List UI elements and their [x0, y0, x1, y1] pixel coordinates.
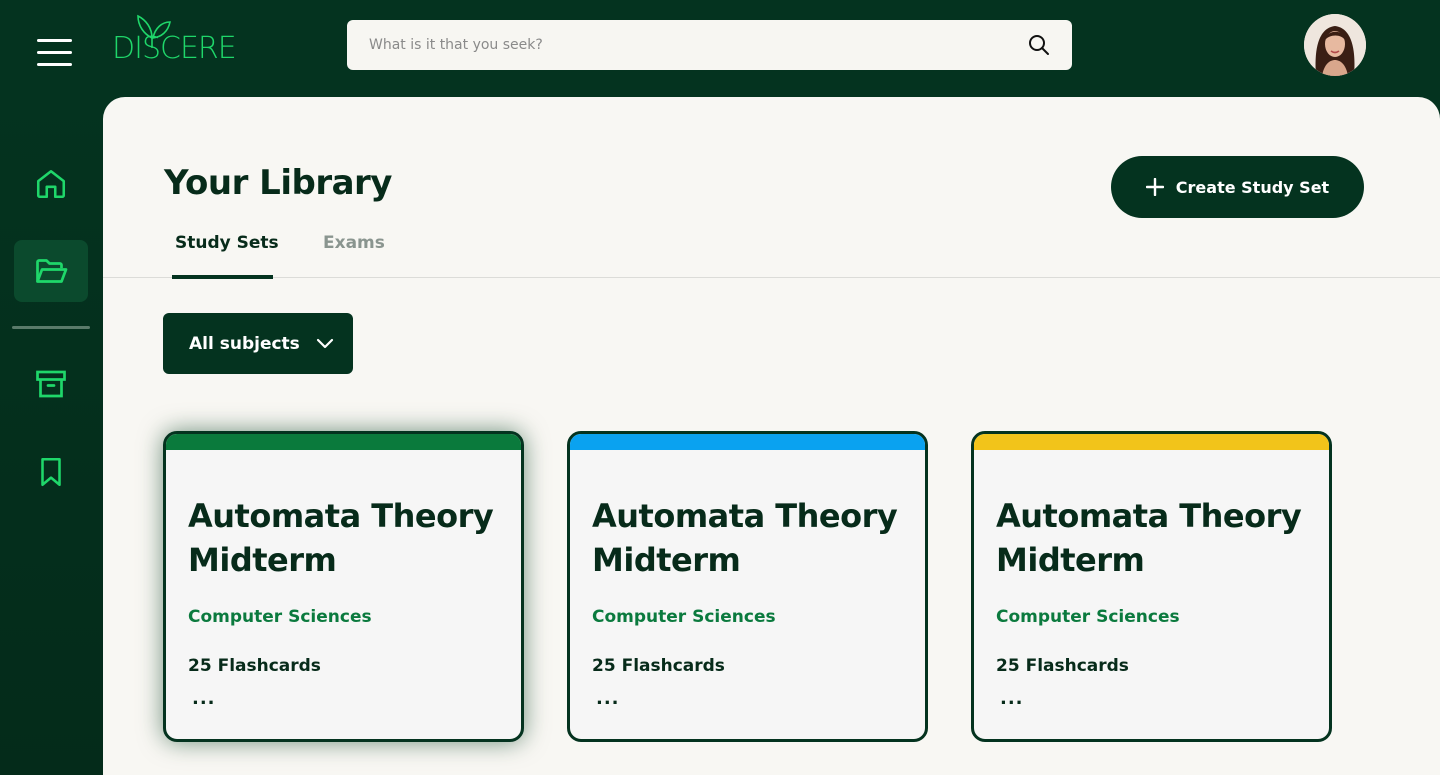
card-title: Automata Theory Midterm [996, 497, 1302, 579]
subject-filter-label: All subjects [189, 333, 300, 354]
library-panel: Your Library Create Study Set Study Sets… [103, 97, 1440, 775]
card-color-strip [570, 434, 925, 450]
card-color-strip [166, 434, 521, 450]
create-study-set-button[interactable]: Create Study Set [1111, 156, 1364, 218]
sidebar-item-bookmarks[interactable] [14, 441, 88, 503]
archive-icon [36, 370, 66, 398]
card-title: Automata Theory Midterm [592, 497, 898, 579]
more-options-icon[interactable]: ... [192, 688, 216, 709]
card-flashcard-count: 25 Flashcards [996, 656, 1129, 676]
tab-exams[interactable]: Exams [323, 233, 385, 278]
more-options-icon[interactable]: ... [596, 688, 620, 709]
sidebar-divider [12, 326, 90, 329]
home-icon [36, 169, 66, 199]
subject-filter-dropdown[interactable]: All subjects [163, 313, 353, 374]
bookmark-icon [41, 457, 61, 487]
sidebar [0, 97, 103, 775]
card-subject: Computer Sciences [996, 607, 1180, 627]
avatar[interactable] [1304, 14, 1366, 76]
tab-study-sets[interactable]: Study Sets [175, 233, 279, 278]
study-set-card[interactable]: Automata Theory Midterm Computer Science… [567, 431, 928, 742]
tabs-divider [103, 277, 1440, 278]
top-bar: DISCERE [0, 0, 1440, 97]
create-study-set-label: Create Study Set [1175, 177, 1330, 197]
card-flashcard-count: 25 Flashcards [188, 656, 321, 676]
card-flashcard-count: 25 Flashcards [592, 656, 725, 676]
card-color-strip [974, 434, 1329, 450]
search-bar [347, 20, 1072, 70]
logo-text: DISCERE [112, 31, 237, 66]
sidebar-item-home[interactable] [14, 153, 88, 215]
more-options-icon[interactable]: ... [1000, 688, 1024, 709]
chevron-down-icon [316, 338, 333, 348]
study-set-card[interactable]: Automata Theory Midterm Computer Science… [163, 431, 524, 742]
sidebar-item-archive[interactable] [14, 353, 88, 415]
study-set-card[interactable]: Automata Theory Midterm Computer Science… [971, 431, 1332, 742]
page-title: Your Library [164, 163, 392, 203]
card-subject: Computer Sciences [188, 607, 372, 627]
sidebar-item-library[interactable] [14, 240, 88, 302]
card-subject: Computer Sciences [592, 607, 776, 627]
logo[interactable]: DISCERE [112, 14, 242, 70]
active-tab-indicator [172, 275, 273, 279]
search-input[interactable] [347, 20, 1017, 70]
hamburger-menu-icon[interactable] [37, 38, 72, 66]
folder-open-icon [36, 259, 68, 283]
plus-icon [1145, 178, 1164, 196]
search-icon[interactable] [1028, 34, 1050, 56]
card-title: Automata Theory Midterm [188, 497, 494, 579]
